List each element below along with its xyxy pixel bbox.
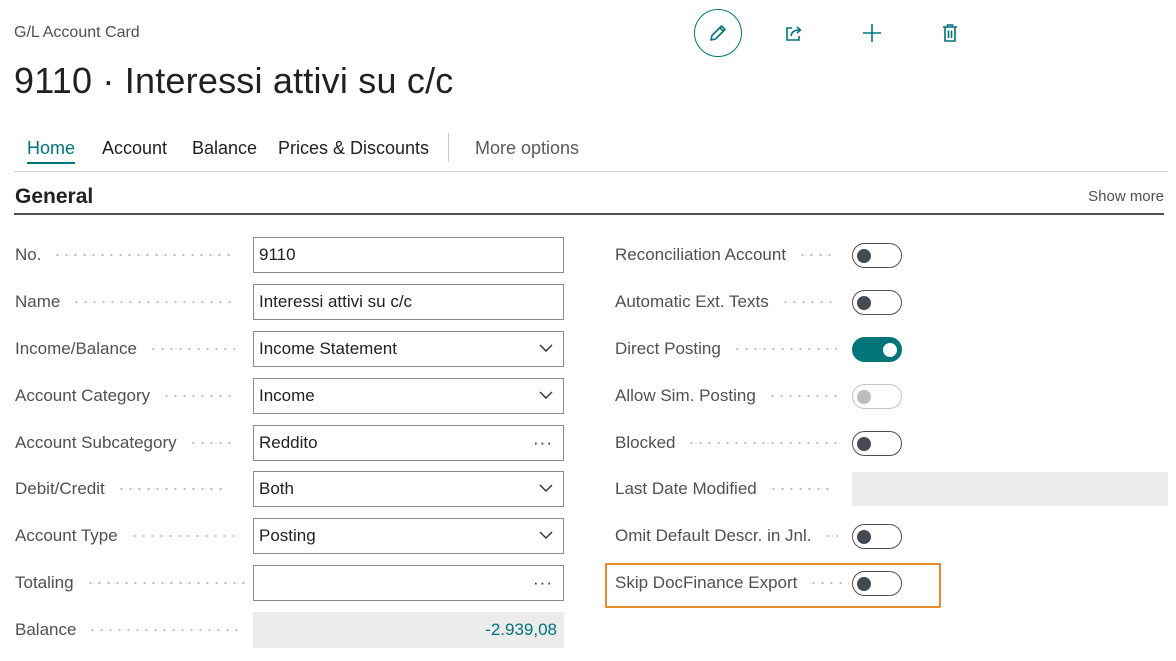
- field-balance: Balance -2.939,08: [15, 612, 575, 648]
- action-bar: [694, 9, 974, 57]
- plus-icon: [863, 24, 881, 42]
- field-debit-credit: Debit/Credit Both: [15, 471, 575, 507]
- name-input[interactable]: Interessi attivi su c/c: [253, 284, 564, 320]
- ellipsis-icon[interactable]: ···: [533, 566, 553, 600]
- field-direct-posting: Direct Posting: [615, 331, 1175, 367]
- no-input[interactable]: 9110: [253, 237, 564, 273]
- debit-credit-select[interactable]: Both: [253, 471, 564, 507]
- field-label: No.: [15, 237, 253, 273]
- more-options-button[interactable]: More options: [475, 138, 579, 159]
- blocked-toggle[interactable]: [852, 431, 902, 456]
- action-tabs: Home Account Balance Prices & Discounts …: [14, 130, 1168, 172]
- account-category-select[interactable]: Income: [253, 378, 564, 414]
- chevron-down-icon: [539, 531, 553, 539]
- field-automatic-ext-texts: Automatic Ext. Texts: [615, 284, 1175, 320]
- field-label: Account Type: [15, 518, 253, 554]
- field-label: Reconciliation Account: [615, 237, 851, 273]
- allow-sim-posting-toggle: [852, 384, 902, 409]
- edit-button[interactable]: [694, 9, 742, 57]
- reconciliation-account-toggle[interactable]: [852, 243, 902, 268]
- section-title[interactable]: General: [15, 185, 93, 209]
- field-label: Balance: [15, 612, 253, 648]
- field-name: Name Interessi attivi su c/c: [15, 284, 575, 320]
- account-type-select[interactable]: Posting: [253, 518, 564, 554]
- share-button[interactable]: [770, 9, 818, 57]
- field-allow-sim-posting: Allow Sim. Posting: [615, 378, 1175, 414]
- field-account-category: Account Category Income: [15, 378, 575, 414]
- field-label: Allow Sim. Posting: [615, 378, 851, 414]
- toggle-knob: [857, 436, 871, 451]
- chevron-down-icon: [539, 484, 553, 492]
- field-account-subcategory: Account Subcategory Reddito ···: [15, 425, 575, 461]
- tab-separator: [448, 133, 449, 162]
- toggle-knob: [857, 248, 871, 263]
- totaling-lookup[interactable]: ···: [253, 565, 564, 601]
- lookup-value: Reddito: [259, 433, 318, 452]
- field-income-balance: Income/Balance Income Statement: [15, 331, 575, 367]
- select-value: Income Statement: [259, 339, 397, 358]
- tab-home[interactable]: Home: [27, 138, 76, 164]
- breadcrumb: G/L Account Card: [14, 24, 140, 41]
- field-label: Income/Balance: [15, 331, 253, 367]
- field-label: Account Category: [15, 378, 253, 414]
- select-value: Income: [259, 386, 315, 405]
- field-reconciliation-account: Reconciliation Account: [615, 237, 1175, 273]
- automatic-ext-texts-toggle[interactable]: [852, 290, 902, 315]
- pencil-icon: [710, 25, 726, 41]
- chevron-down-icon: [539, 391, 553, 399]
- field-totaling: Totaling ···: [15, 565, 575, 601]
- field-label: Name: [15, 284, 253, 320]
- direct-posting-toggle[interactable]: [852, 337, 902, 362]
- toggle-knob: [883, 342, 897, 357]
- field-omit-default-descr: Omit Default Descr. in Jnl.: [615, 518, 1175, 554]
- balance-value[interactable]: -2.939,08: [253, 612, 564, 648]
- last-date-modified-value: [852, 472, 1168, 506]
- toggle-knob: [857, 529, 871, 544]
- trash-icon: [943, 24, 957, 42]
- share-icon: [786, 26, 802, 41]
- tab-prices-discounts[interactable]: Prices & Discounts: [278, 138, 429, 159]
- account-subcategory-lookup[interactable]: Reddito ···: [253, 425, 564, 461]
- field-label: Automatic Ext. Texts: [615, 284, 851, 320]
- field-label: Blocked: [615, 425, 851, 461]
- highlight-box: [605, 563, 941, 608]
- income-balance-select[interactable]: Income Statement: [253, 331, 564, 367]
- select-value: Both: [259, 479, 294, 498]
- section-general-header: General Show more: [14, 184, 1164, 215]
- field-blocked: Blocked: [615, 425, 1175, 461]
- field-label: Direct Posting: [615, 331, 851, 367]
- delete-button[interactable]: [926, 9, 974, 57]
- page-title: 9110 · Interessi attivi su c/c: [14, 60, 454, 101]
- select-value: Posting: [259, 526, 316, 545]
- show-more-link[interactable]: Show more: [1088, 188, 1164, 205]
- field-label: Last Date Modified: [615, 471, 851, 507]
- field-no: No. 9110: [15, 237, 575, 273]
- field-label: Debit/Credit: [15, 471, 253, 507]
- field-label: Totaling: [15, 565, 253, 601]
- new-button[interactable]: [848, 9, 896, 57]
- toggle-knob: [857, 389, 871, 404]
- field-label: Omit Default Descr. in Jnl.: [615, 518, 851, 554]
- field-last-date-modified: Last Date Modified: [615, 471, 1175, 507]
- toggle-knob: [857, 295, 871, 310]
- chevron-down-icon: [539, 344, 553, 352]
- tab-balance[interactable]: Balance: [192, 138, 257, 159]
- ellipsis-icon[interactable]: ···: [533, 426, 553, 460]
- omit-default-descr-toggle[interactable]: [852, 524, 902, 549]
- field-account-type: Account Type Posting: [15, 518, 575, 554]
- tab-account[interactable]: Account: [102, 138, 167, 159]
- field-label: Account Subcategory: [15, 425, 253, 461]
